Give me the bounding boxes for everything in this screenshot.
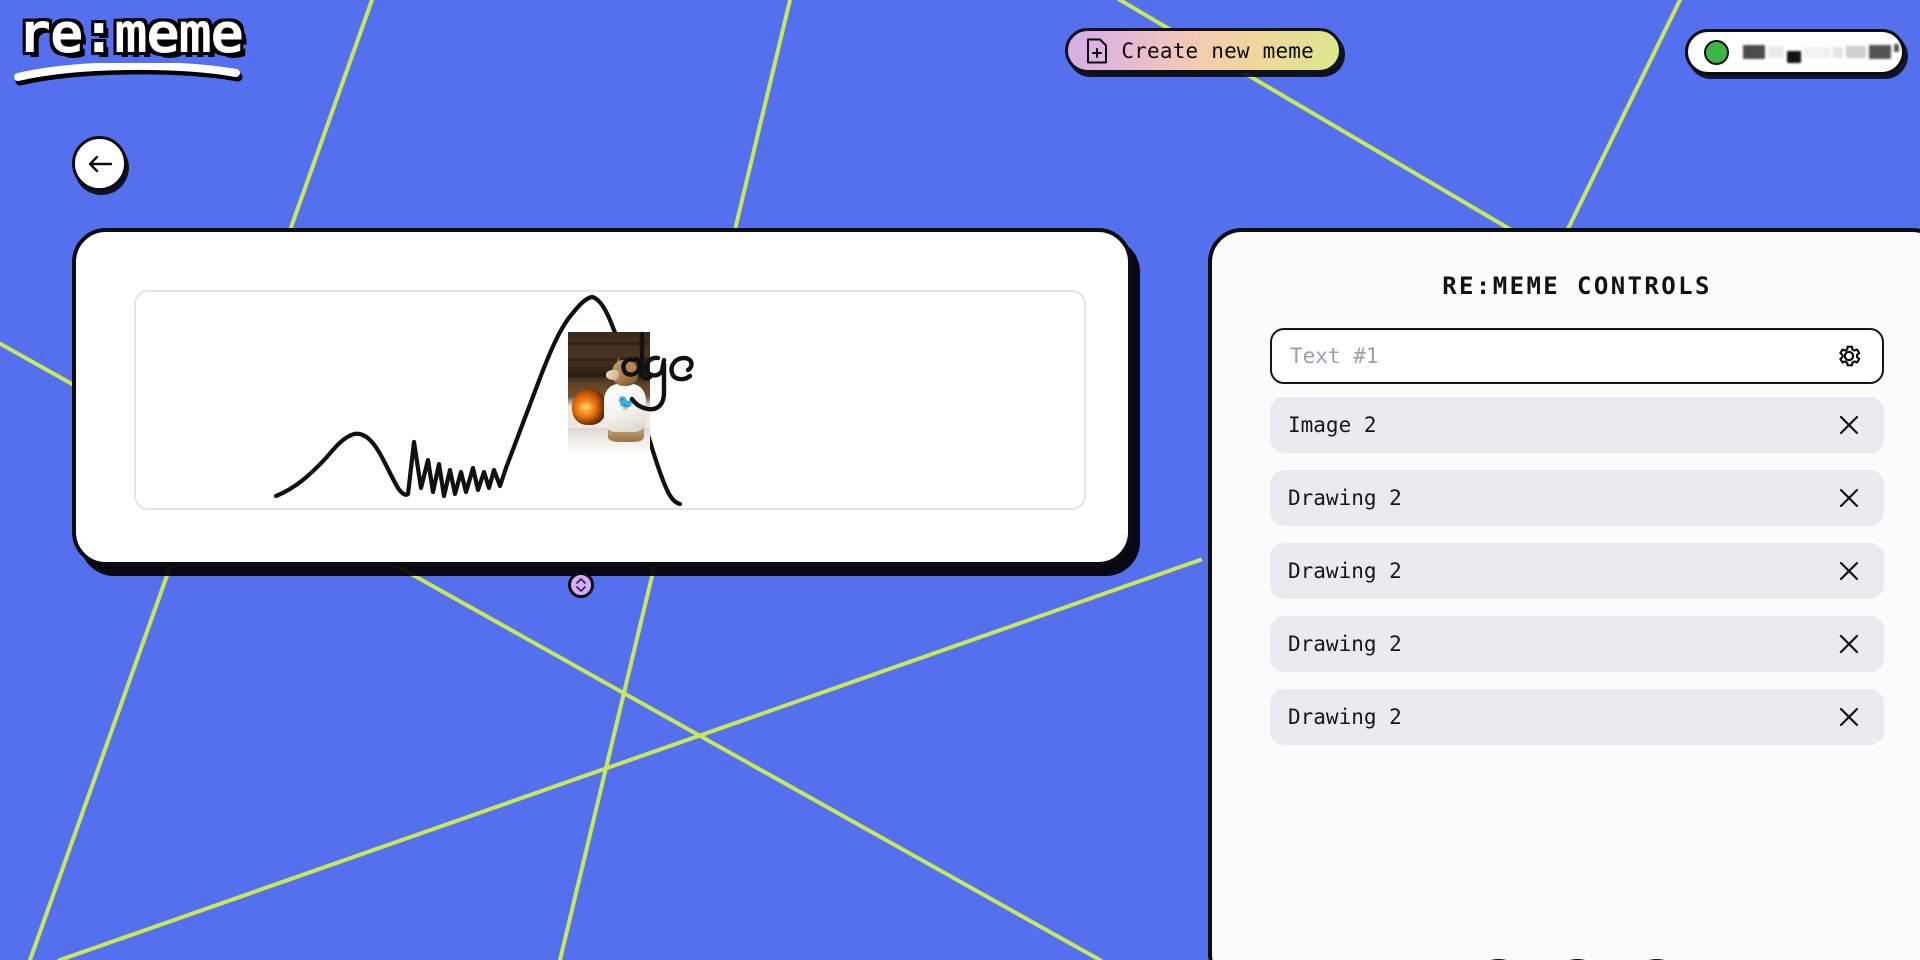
- create-new-meme-button[interactable]: Create new meme: [1065, 28, 1342, 73]
- account-status-pill[interactable]: [1685, 29, 1905, 75]
- close-icon[interactable]: [1836, 704, 1862, 730]
- meme-canvas-card: 🐦 shiba inu dog wearing twitter shirt ne…: [72, 228, 1132, 598]
- layer-label: Drawing 2: [1288, 559, 1402, 583]
- canvas-resize-handle[interactable]: [568, 572, 594, 598]
- app-logo-text: re:meme: [18, 1, 244, 65]
- layer-row-1[interactable]: Drawing 2: [1270, 470, 1884, 526]
- document-plus-icon: [1087, 38, 1108, 63]
- text-settings-button[interactable]: [1834, 341, 1864, 371]
- image-layer-alt: shiba inu dog wearing twitter shirt next…: [568, 332, 569, 333]
- account-name-redacted: [1743, 42, 1899, 63]
- create-new-meme-label: Create new meme: [1121, 38, 1314, 63]
- logo-underline-swoosh: [14, 63, 243, 86]
- close-icon[interactable]: [1836, 485, 1862, 511]
- back-button[interactable]: [72, 136, 127, 191]
- layer-list: Image 2 Drawing 2 Drawing 2 Drawing 2 Dr…: [1270, 397, 1884, 745]
- layer-label: Drawing 2: [1288, 705, 1402, 729]
- close-icon[interactable]: [1836, 558, 1862, 584]
- arrow-left-icon: [88, 155, 112, 172]
- meme-canvas[interactable]: 🐦 shiba inu dog wearing twitter shirt ne…: [134, 290, 1086, 510]
- panel-title: RE:MEME CONTROLS: [1442, 272, 1712, 300]
- doge-pumpkin-face: [579, 402, 593, 412]
- text-input[interactable]: [1290, 344, 1834, 368]
- close-icon[interactable]: [1836, 631, 1862, 657]
- gear-icon: [1839, 345, 1861, 367]
- layer-row-3[interactable]: Drawing 2: [1270, 616, 1884, 672]
- chevron-up-down-icon: [576, 578, 586, 592]
- online-status-dot: [1704, 39, 1729, 65]
- drawing-handwritten-doge: [621, 331, 694, 412]
- layer-label: Drawing 2: [1288, 632, 1402, 656]
- controls-panel: RE:MEME CONTROLS Image 2 Drawing 2 Drawi…: [1208, 228, 1920, 960]
- layer-row-2[interactable]: Drawing 2: [1270, 543, 1884, 599]
- layer-row-4[interactable]: Drawing 2: [1270, 689, 1884, 745]
- app-logo[interactable]: re:meme: [14, 1, 250, 87]
- layer-label: Image 2: [1288, 413, 1377, 437]
- close-icon[interactable]: [1836, 412, 1862, 438]
- text-field-row: [1270, 328, 1884, 384]
- layer-label: Drawing 2: [1288, 486, 1402, 510]
- layer-row-0[interactable]: Image 2: [1270, 397, 1884, 453]
